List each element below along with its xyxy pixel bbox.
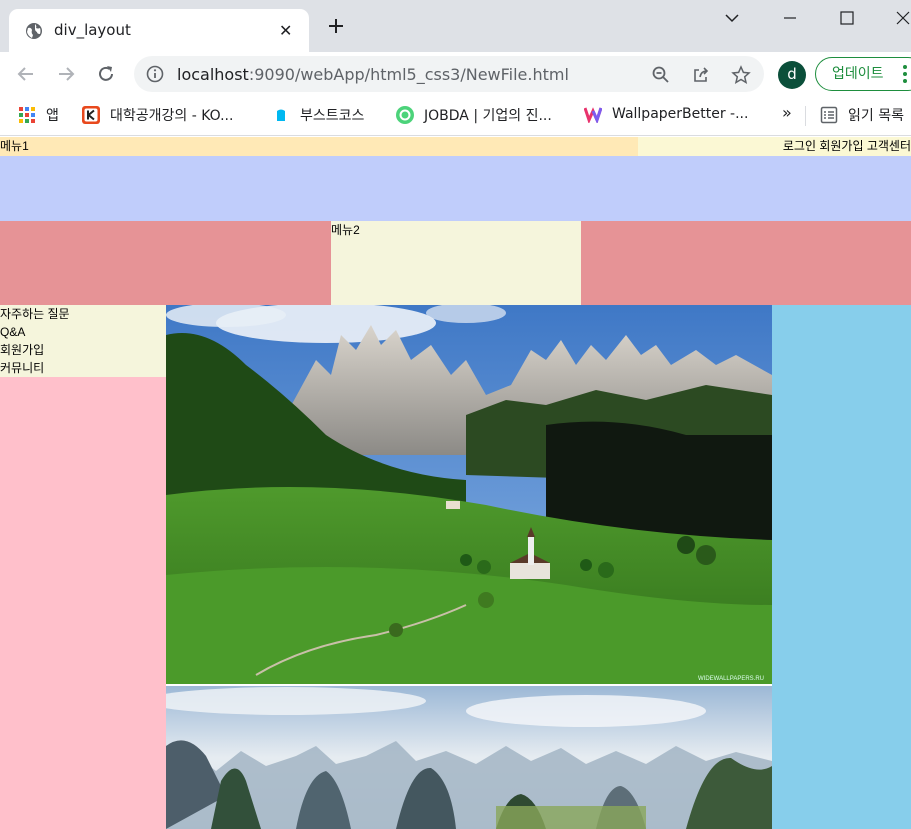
browser-toolbar: localhost:9090/webApp/html5_css3/NewFile… bbox=[0, 52, 911, 96]
page-viewport: 메뉴1 로그인 회원가입 고객센터 메뉴2 자주하는 질문 Q&A 회원가입 커… bbox=[0, 137, 911, 829]
sidebar-item-signup: 회원가입 bbox=[0, 343, 45, 357]
bookmark-label: 앱 bbox=[46, 108, 59, 124]
jobda-icon bbox=[396, 106, 414, 124]
tab-strip: div_layout ✕ bbox=[0, 0, 911, 52]
tab-title: div_layout bbox=[54, 21, 131, 39]
nav-center-box: 메뉴2 bbox=[331, 221, 581, 305]
bookmark-boostcourse[interactable]: 부스트코스 bbox=[272, 105, 364, 127]
chevron-down-icon[interactable] bbox=[722, 8, 742, 28]
reading-list-icon bbox=[820, 106, 838, 124]
right-column bbox=[772, 305, 911, 829]
maximize-icon[interactable] bbox=[837, 8, 857, 28]
image-watermark: WIDEWALLPAPERS.RU bbox=[697, 676, 764, 682]
menu1-text: 메뉴1 bbox=[0, 139, 29, 153]
boostcourse-icon bbox=[277, 109, 285, 121]
bookmark-jobda[interactable]: JOBDA | 기업의 진... bbox=[396, 105, 552, 127]
sidebar-item-qna: Q&A bbox=[0, 325, 26, 339]
menu2-text: 메뉴2 bbox=[331, 223, 360, 237]
sidebar-menu: 자주하는 질문 Q&A 회원가입 커뮤니티 bbox=[0, 305, 166, 377]
url-path: :9090/webApp/html5_css3/NewFile.html bbox=[248, 65, 569, 84]
address-bar[interactable]: localhost:9090/webApp/html5_css3/NewFile… bbox=[134, 56, 764, 92]
update-button[interactable]: 업데이트 bbox=[815, 57, 911, 91]
bookmarks-divider bbox=[805, 106, 806, 126]
close-icon[interactable] bbox=[893, 8, 911, 28]
forward-icon[interactable] bbox=[56, 64, 76, 84]
reload-icon[interactable] bbox=[96, 64, 116, 84]
bookmark-label: 부스트코스 bbox=[300, 108, 365, 124]
karst-landscape-picture bbox=[166, 686, 772, 829]
more-menu-icon[interactable] bbox=[902, 64, 908, 84]
left-sidebar: 자주하는 질문 Q&A 회원가입 커뮤니티 bbox=[0, 305, 166, 829]
top-bar-right: 로그인 회원가입 고객센터 bbox=[638, 137, 911, 156]
kocw-icon bbox=[82, 106, 100, 124]
bookmark-label: 대학공개강의 - KO... bbox=[110, 108, 234, 124]
bookmark-label: WallpaperBetter -... bbox=[612, 106, 749, 122]
landscape-image-alpine: WIDEWALLPAPERS.RU bbox=[166, 305, 772, 684]
back-icon[interactable] bbox=[16, 64, 36, 84]
url-text: localhost:9090/webApp/html5_css3/NewFile… bbox=[177, 65, 569, 84]
bookmark-wallpaperbetter[interactable]: WallpaperBetter -... bbox=[584, 105, 748, 127]
browser-tab[interactable]: div_layout ✕ bbox=[9, 9, 309, 52]
top-bar-left: 메뉴1 bbox=[0, 137, 638, 156]
bookmark-kocw[interactable]: 대학공개강의 - KO... bbox=[82, 105, 233, 127]
reading-list-button[interactable]: 읽기 목록 bbox=[820, 105, 904, 127]
minimize-icon[interactable] bbox=[780, 8, 800, 28]
profile-avatar[interactable]: d bbox=[778, 61, 806, 89]
new-tab-icon[interactable] bbox=[326, 16, 346, 36]
top-links-text: 로그인 회원가입 고객센터 bbox=[782, 139, 911, 153]
share-icon[interactable] bbox=[691, 65, 711, 85]
bookmarks-overflow-button[interactable]: » bbox=[782, 103, 792, 125]
wallpaperbetter-icon bbox=[584, 107, 602, 123]
main-content: WIDEWALLPAPERS.RU bbox=[166, 305, 772, 829]
url-host: localhost bbox=[177, 65, 249, 84]
alpine-landscape-picture bbox=[166, 305, 772, 684]
sidebar-item-community: 커뮤니티 bbox=[0, 361, 45, 375]
globe-icon bbox=[26, 23, 42, 39]
star-icon[interactable] bbox=[731, 65, 751, 85]
reading-list-label: 읽기 목록 bbox=[848, 108, 904, 124]
landscape-image-karst bbox=[166, 686, 772, 829]
sidebar-item-faq: 자주하는 질문 bbox=[0, 307, 70, 321]
apps-grid-icon bbox=[19, 107, 35, 123]
info-icon[interactable] bbox=[146, 65, 164, 83]
zoom-icon[interactable] bbox=[651, 65, 671, 85]
tab-close-icon[interactable]: ✕ bbox=[279, 21, 292, 40]
nav-row: 메뉴2 bbox=[0, 221, 911, 305]
bookmark-apps[interactable]: 앱 bbox=[18, 105, 59, 127]
bookmark-label: JOBDA | 기업의 진... bbox=[424, 108, 552, 124]
bookmarks-bar: 앱 대학공개강의 - KO... 부스트코스 JOBDA | 기업의 진... … bbox=[0, 96, 911, 136]
header-banner bbox=[0, 156, 911, 221]
